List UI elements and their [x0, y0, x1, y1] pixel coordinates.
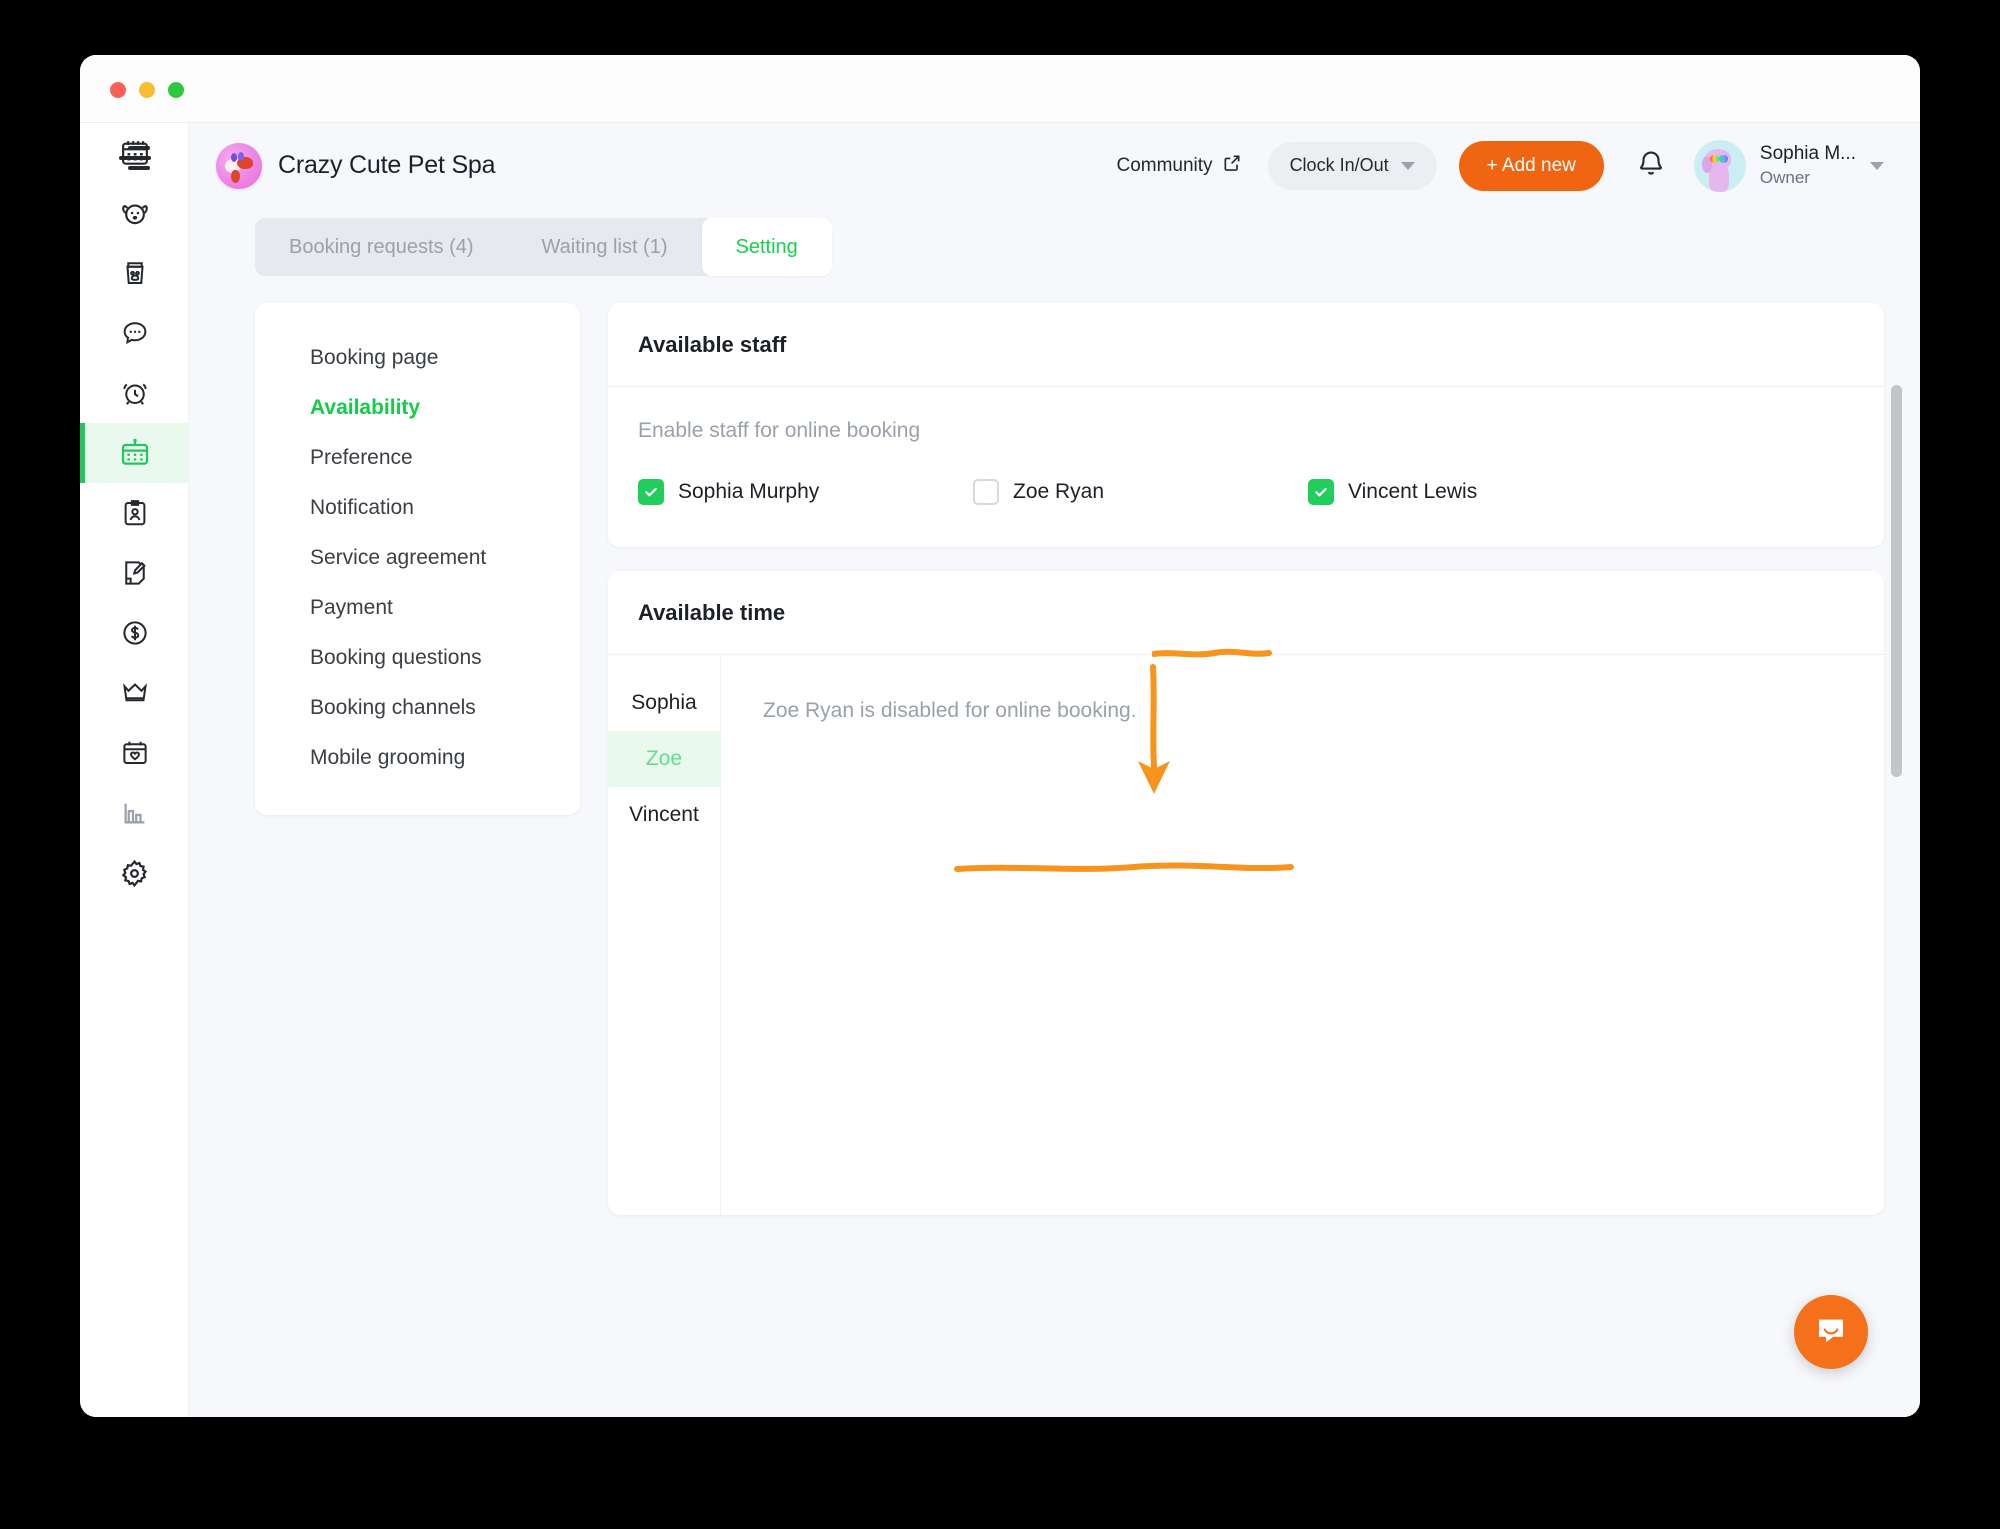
staff-name: Sophia Murphy: [678, 480, 820, 503]
pet-food-bag-icon: [120, 258, 150, 288]
user-menu[interactable]: Sophia M... Owner: [1693, 139, 1884, 192]
settings-nav-item-booking-questions[interactable]: Booking questions: [255, 633, 580, 683]
tab-waiting-list[interactable]: Waiting list (1): [508, 218, 702, 276]
avatar: [1693, 139, 1746, 192]
sidebar-item-staff[interactable]: [80, 483, 189, 543]
checkbox-checked-icon[interactable]: [638, 479, 664, 505]
window-close-button[interactable]: [110, 82, 126, 98]
page-tabs: Booking requests (4) Waiting list (1) Se…: [255, 218, 832, 276]
chat-bubble-icon: [120, 318, 150, 348]
alarm-clock-icon: [120, 378, 150, 408]
sidebar-item-settings[interactable]: [80, 843, 189, 903]
sidebar-item-calendar[interactable]: [80, 123, 189, 183]
checkbox-unchecked-icon[interactable]: [973, 479, 999, 505]
brand-name: Crazy Cute Pet Spa: [278, 151, 496, 179]
community-label: Community: [1116, 154, 1213, 176]
app-header: Crazy Cute Pet Spa Community Clock In/Ou…: [189, 123, 1920, 208]
available-staff-hint: Enable staff for online booking: [638, 419, 921, 442]
available-time-card: Available time Sophia Zoe Vincent Zoe Ry…: [608, 571, 1884, 1215]
sidebar-item-notes[interactable]: [80, 543, 189, 603]
sidebar-item-reports[interactable]: [80, 783, 189, 843]
sidebar-item-packages[interactable]: [80, 723, 189, 783]
staff-clipboard-icon: [120, 498, 150, 528]
settings-panels: Available staff Enable staff for online …: [608, 303, 1884, 1215]
available-staff-body: Enable staff for online booking Sophia M…: [608, 387, 1884, 547]
gear-icon: [119, 858, 150, 889]
dollar-circle-icon: [120, 618, 150, 648]
staff-time-tab-zoe[interactable]: Zoe: [608, 731, 720, 787]
staff-time-tab-sophia[interactable]: Sophia: [608, 675, 720, 731]
intercom-messenger-button[interactable]: [1794, 1295, 1868, 1369]
external-link-icon: [1222, 153, 1242, 179]
staff-name: Zoe Ryan: [1013, 480, 1105, 503]
scrollbar-track[interactable]: [1891, 123, 1912, 1417]
icon-sidebar: [80, 123, 189, 1417]
staff-checkbox-zoe-ryan[interactable]: Zoe Ryan: [973, 479, 1308, 505]
chevron-down-icon: [1870, 161, 1884, 170]
tab-setting[interactable]: Setting: [701, 218, 832, 276]
sidebar-item-retail[interactable]: [80, 243, 189, 303]
settings-nav-item-booking-page[interactable]: Booking page: [255, 333, 580, 383]
staff-checkbox-vincent-lewis[interactable]: Vincent Lewis: [1308, 479, 1643, 505]
window-titlebar: [80, 55, 1920, 123]
staff-checkbox-sophia-murphy[interactable]: Sophia Murphy: [638, 479, 973, 505]
bar-chart-icon: [120, 798, 150, 828]
main-area: Crazy Cute Pet Spa Community Clock In/Ou…: [189, 123, 1920, 1417]
chevron-down-icon: [1400, 161, 1415, 170]
checkbox-checked-icon[interactable]: [1308, 479, 1334, 505]
scrollbar-thumb[interactable]: [1891, 385, 1902, 777]
notifications-button[interactable]: [1636, 148, 1666, 183]
settings-content: Booking page Availability Preference Not…: [189, 276, 1920, 1215]
header-actions: Community Clock In/Out + Add new Sophia …: [1116, 139, 1884, 192]
settings-nav: Booking page Availability Preference Not…: [255, 303, 580, 815]
crown-icon: [120, 678, 150, 708]
settings-nav-item-mobile-grooming[interactable]: Mobile grooming: [255, 733, 580, 783]
available-staff-card: Available staff Enable staff for online …: [608, 303, 1884, 547]
dog-face-icon: [119, 197, 151, 229]
staff-time-tab-vincent[interactable]: Vincent: [608, 787, 720, 843]
sidebar-item-memberships[interactable]: [80, 663, 189, 723]
clock-in-out-label: Clock In/Out: [1289, 155, 1389, 175]
sidebar-item-online-booking[interactable]: [80, 423, 189, 483]
messenger-icon: [1813, 1312, 1849, 1353]
clock-in-out-button[interactable]: Clock In/Out: [1267, 141, 1437, 190]
window-minimize-button[interactable]: [139, 82, 155, 98]
sidebar-item-reminders[interactable]: [80, 363, 189, 423]
available-time-panel: Zoe Ryan is disabled for online booking.: [721, 655, 1884, 1215]
calendar-icon: [120, 138, 150, 168]
add-new-button[interactable]: + Add new: [1458, 140, 1604, 191]
settings-nav-item-service-agreement[interactable]: Service agreement: [255, 533, 580, 583]
settings-nav-item-notification[interactable]: Notification: [255, 483, 580, 533]
available-staff-title: Available staff: [608, 303, 1884, 387]
available-time-body: Sophia Zoe Vincent Zoe Ryan is disabled …: [608, 655, 1884, 1215]
community-link[interactable]: Community: [1116, 153, 1241, 179]
staff-checkbox-row: Sophia Murphy Zoe Ryan Vincent Lewis: [638, 479, 1854, 505]
window-maximize-button[interactable]: [168, 82, 184, 98]
staff-time-tabs: Sophia Zoe Vincent: [608, 655, 721, 1215]
online-booking-calendar-icon: [119, 437, 151, 469]
settings-nav-item-booking-channels[interactable]: Booking channels: [255, 683, 580, 733]
sidebar-item-messages[interactable]: [80, 303, 189, 363]
sidebar-item-pets[interactable]: [80, 183, 189, 243]
user-name: Sophia M...: [1759, 143, 1856, 165]
sidebar-item-payments[interactable]: [80, 603, 189, 663]
bell-icon: [1636, 148, 1666, 183]
brand: Crazy Cute Pet Spa: [216, 142, 496, 189]
calendar-heart-icon: [120, 738, 150, 768]
settings-nav-item-preference[interactable]: Preference: [255, 433, 580, 483]
note-pencil-icon: [120, 558, 150, 588]
available-time-title: Available time: [608, 571, 1884, 655]
app-window: Crazy Cute Pet Spa Community Clock In/Ou…: [80, 55, 1920, 1417]
settings-nav-item-payment[interactable]: Payment: [255, 583, 580, 633]
user-role: Owner: [1759, 167, 1810, 187]
settings-nav-item-availability[interactable]: Availability: [255, 383, 580, 433]
brand-logo-icon: [216, 142, 262, 189]
tab-booking-requests[interactable]: Booking requests (4): [255, 218, 508, 276]
staff-name: Vincent Lewis: [1348, 480, 1478, 503]
disabled-message: Zoe Ryan is disabled for online booking.: [763, 699, 1137, 722]
